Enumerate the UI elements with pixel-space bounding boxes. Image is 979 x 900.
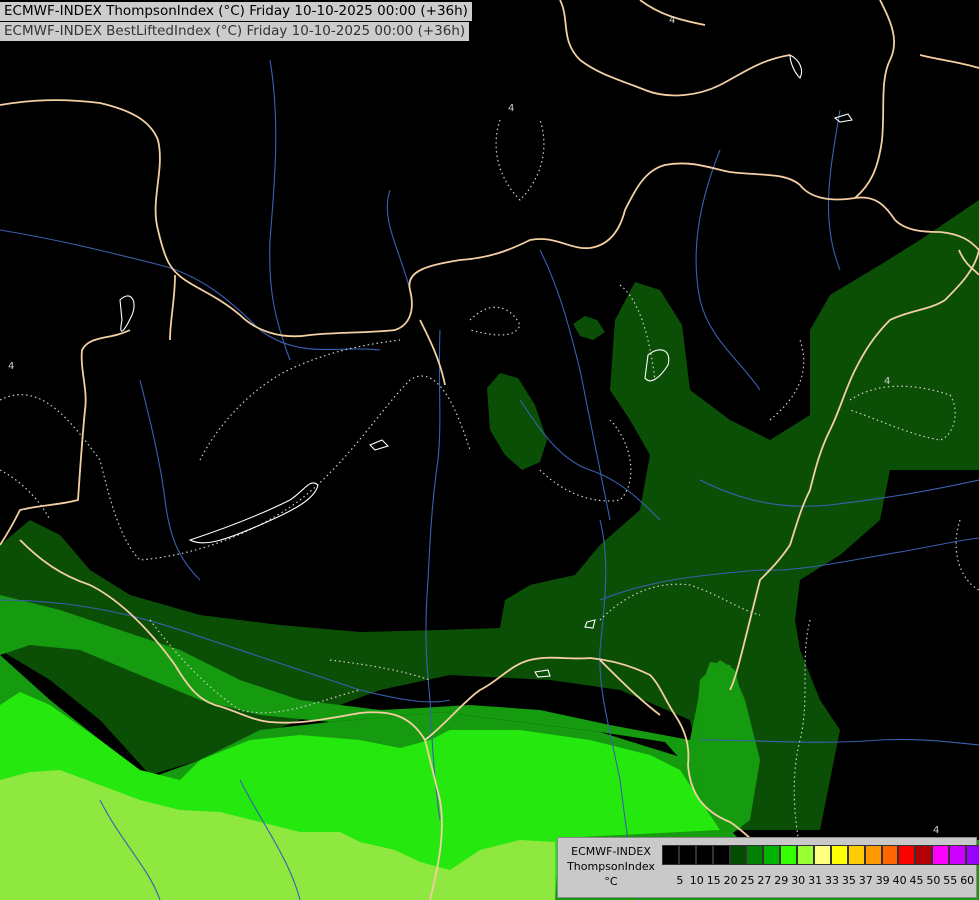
legend-swatch (864, 845, 882, 865)
legend-swatch (763, 845, 781, 865)
contour-label: 4 (8, 361, 14, 372)
legend-tick-label: 27 (757, 874, 772, 887)
color-legend: ECMWF-INDEX ThompsonIndex °C 5 10 15 20 25 27… (557, 837, 979, 898)
weather-map: 4 4 4 4 4 (0, 0, 979, 900)
legend-swatch (712, 845, 730, 865)
legend-tick-label: 29 (774, 874, 789, 887)
legend-swatch (814, 845, 831, 865)
legend-swatch (797, 845, 815, 865)
contour-label: 4 (508, 103, 514, 114)
legend-tick-label: 30 (791, 874, 806, 887)
legend-swatch (678, 845, 696, 865)
legend-tick-label: 5 (676, 874, 684, 887)
legend-tick-label: 25 (740, 874, 755, 887)
legend-tick-label: 10 (689, 874, 704, 887)
legend-swatch (949, 845, 967, 865)
legend-ticks: 5 10 15 20 25 27 29 30 31 33 35 37 39 40 45 50 55 60 (662, 874, 979, 888)
map-subtitle: ECMWF-INDEX BestLiftedIndex (°C) Friday … (0, 22, 470, 41)
contour-label: 4 (933, 825, 939, 836)
legend-swatch (966, 845, 979, 865)
legend-swatch (695, 845, 713, 865)
legend-swatch (898, 845, 916, 865)
legend-tick-label: 20 (723, 874, 738, 887)
legend-swatch (729, 845, 747, 865)
legend-tick-label: 15 (706, 874, 721, 887)
legend-caption: ECMWF-INDEX ThompsonIndex °C (560, 844, 662, 889)
legend-tick-label: 39 (875, 874, 890, 887)
legend-tick-label: 31 (808, 874, 823, 887)
map-title: ECMWF-INDEX ThompsonIndex (°C) Friday 10… (0, 2, 472, 21)
legend-swatch (662, 845, 679, 865)
legend-swatch (830, 845, 848, 865)
legend-tick-label: 35 (841, 874, 856, 887)
legend-swatch (881, 845, 899, 865)
legend-swatch (746, 845, 764, 865)
legend-swatch (780, 845, 798, 865)
legend-tick-label: 60 (960, 874, 975, 887)
legend-swatch (847, 845, 865, 865)
legend-tick-label: 37 (858, 874, 873, 887)
contour-label: 4 (669, 15, 675, 26)
legend-tick-label: 40 (892, 874, 907, 887)
legend-tick-label: 33 (825, 874, 839, 887)
legend-unit: °C (604, 875, 618, 888)
legend-tick-label: 55 (943, 874, 958, 887)
legend-swatches (662, 845, 979, 865)
legend-tick-label: 50 (926, 874, 941, 887)
legend-swatch (915, 845, 933, 865)
legend-parameter: ThompsonIndex (567, 860, 655, 873)
contour-label: 4 (884, 376, 890, 387)
legend-model: ECMWF-INDEX (571, 845, 651, 858)
legend-tick-label: 45 (909, 874, 924, 887)
legend-swatch (932, 845, 950, 865)
